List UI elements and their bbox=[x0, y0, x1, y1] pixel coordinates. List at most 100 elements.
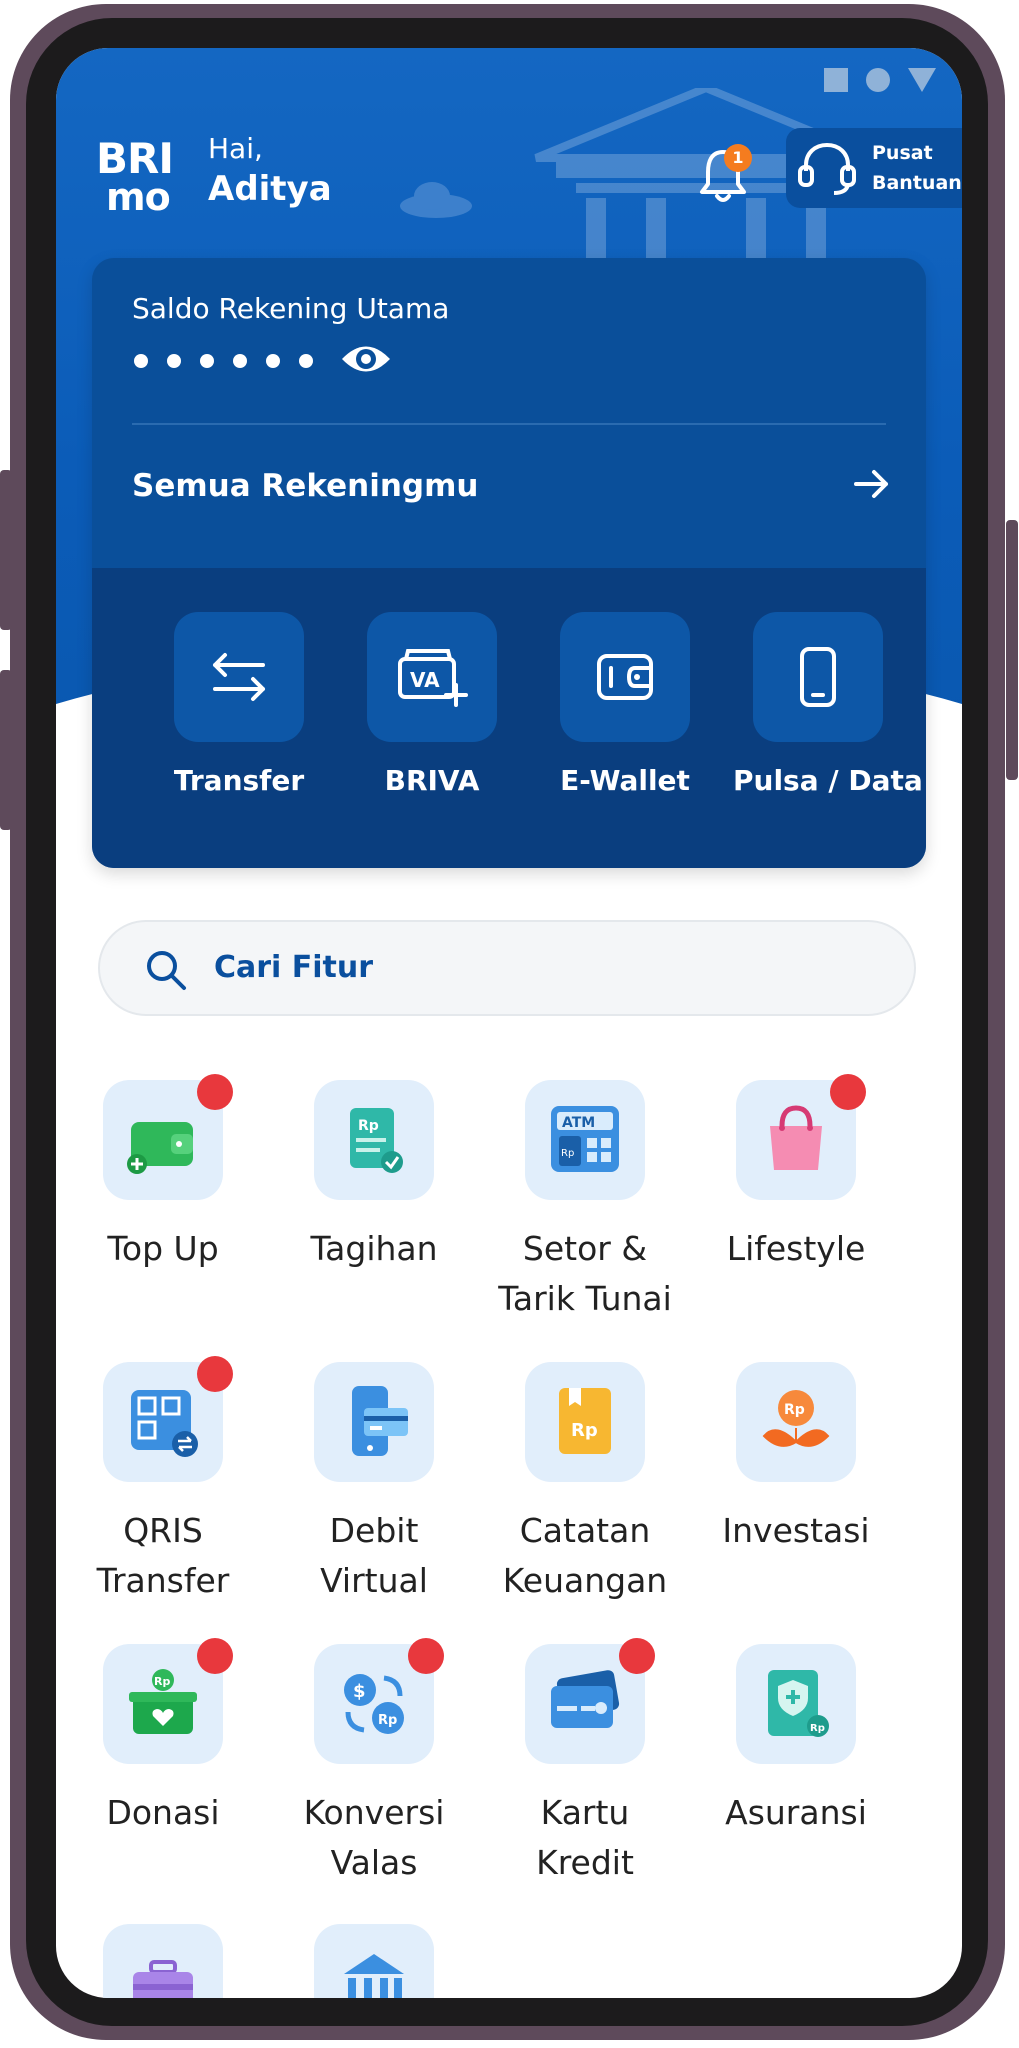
help-center-button[interactable]: Pusat Bantuan bbox=[786, 128, 962, 208]
menu-item-label: Lifestyle bbox=[691, 1224, 901, 1274]
menu-label-line1: Konversi bbox=[303, 1793, 445, 1832]
menu-label-line2: Kredit bbox=[536, 1843, 634, 1882]
svg-text:Rp: Rp bbox=[378, 1713, 397, 1728]
menu-item-label: Konversi Valas bbox=[269, 1788, 479, 1888]
notebook-icon: Rp bbox=[525, 1362, 645, 1482]
menu-label-line1: Investasi bbox=[722, 1511, 870, 1550]
menu-item-bank-building[interactable] bbox=[269, 1924, 479, 1998]
notification-badge: 1 bbox=[724, 144, 752, 172]
masked-digit-dot bbox=[134, 354, 148, 368]
menu-item-label: QRIS Transfer bbox=[58, 1506, 268, 1606]
eye-icon[interactable] bbox=[340, 338, 392, 380]
svg-text:Rp: Rp bbox=[154, 1675, 170, 1688]
menu-label-line2: Tarik Tunai bbox=[498, 1279, 672, 1318]
logo-text-bri: BRI bbox=[96, 134, 174, 183]
svg-text:Rp: Rp bbox=[810, 1723, 825, 1734]
bill-icon: Rp bbox=[314, 1080, 434, 1200]
menu-label-line2: Virtual bbox=[320, 1561, 428, 1600]
search-placeholder: Cari Fitur bbox=[214, 950, 374, 985]
menu-item-qris[interactable]: QRIS Transfer bbox=[58, 1356, 268, 1606]
svg-text:Rp: Rp bbox=[571, 1420, 598, 1441]
menu-label-line1: Lifestyle bbox=[726, 1229, 866, 1268]
greeting-text: Hai, bbox=[208, 132, 263, 165]
quick-action-pulsa-data[interactable]: Pulsa / Data bbox=[733, 612, 923, 797]
investment-icon: Rp bbox=[736, 1362, 856, 1482]
menu-item-lifestyle[interactable]: Lifestyle bbox=[691, 1074, 901, 1274]
masked-digit-dot bbox=[233, 354, 247, 368]
qris-icon bbox=[103, 1356, 233, 1482]
menu-item-setor[interactable]: ATM Rp Setor & Tarik Tunai bbox=[480, 1080, 690, 1324]
search-bar[interactable]: Cari Fitur bbox=[98, 920, 916, 1016]
quick-action-ewallet[interactable]: E-Wallet bbox=[540, 612, 710, 797]
circle-icon bbox=[866, 68, 890, 92]
menu-label-line1: Tagihan bbox=[310, 1229, 438, 1268]
menu-item-label: Debit Virtual bbox=[269, 1506, 479, 1606]
svg-text:Rp: Rp bbox=[561, 1148, 574, 1159]
menu-item-investasi[interactable]: Rp Investasi bbox=[691, 1362, 901, 1556]
menu-label-line2: Transfer bbox=[96, 1561, 230, 1600]
logo-text-mo: mo bbox=[106, 175, 171, 219]
svg-text:VA: VA bbox=[410, 668, 440, 692]
quick-action-transfer[interactable]: Transfer bbox=[154, 612, 324, 797]
quick-action-label: Transfer bbox=[173, 764, 305, 797]
svg-text:Rp: Rp bbox=[784, 1402, 805, 1418]
shopping-bag-icon bbox=[736, 1074, 866, 1200]
menu-label-line1: Catatan bbox=[519, 1511, 651, 1550]
masked-balance bbox=[134, 354, 313, 368]
menu-item-donasi[interactable]: Rp Donasi bbox=[58, 1638, 268, 1838]
menu-item-label: Catatan Keuangan bbox=[480, 1506, 690, 1606]
quick-action-label: E-Wallet bbox=[560, 764, 690, 797]
search-icon bbox=[147, 951, 186, 990]
cloud-icon bbox=[400, 182, 472, 218]
menu-item-asuransi[interactable]: Rp Asuransi bbox=[691, 1644, 901, 1838]
square-icon bbox=[824, 68, 848, 92]
atm-icon: ATM Rp bbox=[525, 1080, 645, 1200]
quick-action-briva[interactable]: VA BRIVA bbox=[347, 612, 517, 797]
card-divider bbox=[132, 423, 886, 425]
donation-icon: Rp bbox=[103, 1638, 233, 1764]
menu-item-suitcase[interactable] bbox=[58, 1924, 268, 1998]
quick-action-label: Pulsa / Data bbox=[733, 764, 923, 797]
help-label-line1: Pusat bbox=[872, 142, 933, 164]
transfer-icon bbox=[174, 612, 304, 742]
currency-exchange-icon: $ Rp bbox=[314, 1638, 444, 1764]
menu-item-konversi[interactable]: $ Rp Konversi Valas bbox=[269, 1638, 479, 1888]
wallet-icon bbox=[560, 612, 690, 742]
volume-button bbox=[0, 670, 12, 830]
va-plus-icon: VA bbox=[367, 612, 497, 742]
menu-label-line1: Top Up bbox=[107, 1229, 219, 1268]
new-badge bbox=[619, 1638, 655, 1674]
menu-item-label: Asuransi bbox=[691, 1788, 901, 1838]
phone-icon bbox=[753, 612, 883, 742]
menu-label-line1: Debit bbox=[329, 1511, 419, 1550]
menu-label-line1: Setor & bbox=[522, 1229, 648, 1268]
all-accounts-link[interactable]: Semua Rekeningmu bbox=[132, 468, 478, 504]
menu-item-kartu[interactable]: Kartu Kredit bbox=[480, 1638, 690, 1888]
menu-item-label: Setor & Tarik Tunai bbox=[480, 1224, 690, 1324]
new-badge bbox=[197, 1074, 233, 1110]
balance-label: Saldo Rekening Utama bbox=[132, 292, 450, 325]
bank-building-icon bbox=[314, 1924, 434, 1998]
balance-card: Saldo Rekening Utama Semua Rekeningmu Tr… bbox=[92, 258, 926, 868]
menu-item-top-up[interactable]: Top Up bbox=[58, 1074, 268, 1274]
menu-item-debit[interactable]: Debit Virtual bbox=[269, 1362, 479, 1606]
arrow-right-icon[interactable] bbox=[852, 464, 892, 504]
menu-item-tagihan[interactable]: Rp Tagihan bbox=[269, 1080, 479, 1274]
menu-item-label: Top Up bbox=[58, 1224, 268, 1274]
insurance-icon: Rp bbox=[736, 1644, 856, 1764]
masked-digit-dot bbox=[167, 354, 181, 368]
svg-text:ATM: ATM bbox=[562, 1115, 595, 1131]
brimo-logo: BRI mo bbox=[96, 134, 174, 219]
menu-label-line1: QRIS bbox=[123, 1511, 203, 1550]
suitcase-icon bbox=[103, 1924, 223, 1998]
menu-label-line2: Keuangan bbox=[502, 1561, 668, 1600]
quick-action-label: BRIVA bbox=[384, 764, 480, 797]
volume-button bbox=[0, 470, 12, 630]
new-badge bbox=[408, 1638, 444, 1674]
quick-actions: Transfer VA BRIVA E-Wallet Pulsa / Data bbox=[92, 568, 926, 868]
menu-item-label: Donasi bbox=[58, 1788, 268, 1838]
user-name: Aditya bbox=[208, 169, 332, 209]
triangle-icon bbox=[908, 68, 936, 92]
svg-text:Rp: Rp bbox=[358, 1118, 379, 1134]
menu-item-catatan[interactable]: Rp Catatan Keuangan bbox=[480, 1362, 690, 1606]
